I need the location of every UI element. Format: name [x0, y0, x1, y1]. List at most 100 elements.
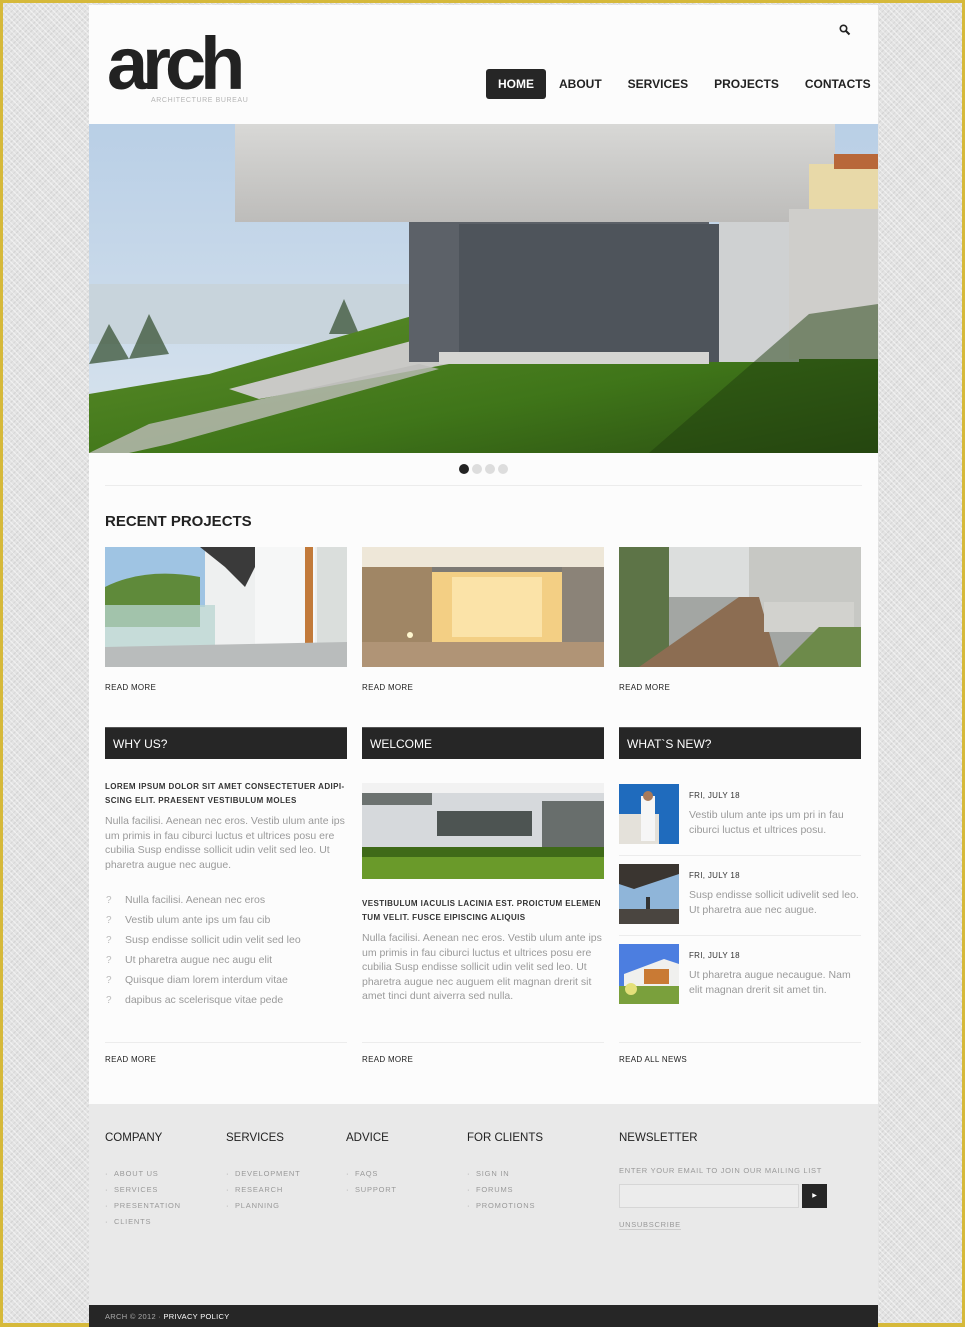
privacy-policy-link[interactable]: PRIVACY POLICY — [164, 1312, 230, 1321]
slider-dot-3[interactable] — [485, 464, 495, 474]
copyright-text: ARCH © 2012 · — [105, 1312, 164, 1321]
slider-dot-2[interactable] — [472, 464, 482, 474]
slider-pagination — [459, 464, 508, 474]
question-icon: ? — [106, 895, 112, 906]
logo[interactable]: arch — [107, 27, 245, 101]
list-item: ? Susp endisse sollicit udin velit sed le… — [105, 930, 347, 950]
nav-home[interactable]: HOME — [486, 69, 546, 99]
footer-column-company: COMPANY · ABOUT US · SERVICES · PRESENTATIO… — [105, 1132, 181, 1226]
newsletter-label: ENTER YOUR EMAIL TO JOIN OUR MAILING LIS… — [619, 1166, 823, 1175]
footer-link[interactable]: SIGN IN — [476, 1169, 510, 1178]
footer-link[interactable]: PLANNING — [235, 1201, 280, 1210]
unsubscribe-link[interactable]: UNSUBSCRIBE — [619, 1220, 681, 1230]
divider — [619, 935, 861, 936]
footer-link[interactable]: PROMOTIONS — [476, 1201, 535, 1210]
news-date: FRI, JULY 18 — [689, 791, 740, 800]
logo-tagline: ARCHITECTURE BUREAU — [151, 97, 249, 104]
footer-heading: ADVICE — [346, 1132, 389, 1144]
why-us-heading: WHY US? — [105, 727, 347, 759]
page: arch ARCHITECTURE BUREAU HOME ABOUT SERV… — [89, 5, 878, 1327]
project-image-1[interactable] — [105, 547, 347, 667]
list-item: ? Nulla facilisi. Aenean nec eros — [105, 890, 347, 910]
hero-slider[interactable] — [89, 124, 878, 453]
nav-services[interactable]: SERVICES — [615, 69, 700, 99]
slider-dot-4[interactable] — [498, 464, 508, 474]
copyright-bar: ARCH © 2012 · PRIVACY POLICY — [89, 1305, 878, 1327]
footer-link[interactable]: FORUMS — [476, 1185, 513, 1194]
footer: COMPANY · ABOUT US · SERVICES · PRESENTATIO… — [89, 1104, 878, 1305]
footer-heading: COMPANY — [105, 1132, 163, 1144]
question-icon: ? — [106, 935, 112, 946]
project-image-2[interactable] — [362, 547, 604, 667]
question-icon: ? — [106, 915, 112, 926]
project-card: READ MORE — [362, 547, 604, 692]
welcome-lead: VESTIBULUM IACULIS LACINIA EST. PROICTUM… — [362, 899, 601, 922]
project-image-3[interactable] — [619, 547, 861, 667]
why-us-list: ? Nulla facilisi. Aenean nec eros ? Vestib… — [105, 890, 347, 1010]
news-date: FRI, JULY 18 — [689, 951, 740, 960]
news-date: FRI, JULY 18 — [689, 871, 740, 880]
footer-link[interactable]: SUPPORT — [355, 1185, 397, 1194]
project-read-more[interactable]: READ MORE — [362, 683, 413, 692]
news-thumb — [619, 864, 679, 924]
welcome-body: Nulla facilisi. Aenean nec eros. Vestib … — [362, 932, 602, 1002]
newsletter: NEWSLETTER ENTER YOUR EMAIL TO JOIN OUR … — [619, 1132, 859, 1252]
why-us-lead: LOREM IPSUM DOLOR SIT AMET CONSECTETUER … — [105, 782, 345, 805]
footer-link[interactable]: SERVICES — [114, 1185, 158, 1194]
question-icon: ? — [106, 995, 112, 1006]
footer-link[interactable]: CLIENTS — [114, 1217, 151, 1226]
why-us-read-more[interactable]: READ MORE — [105, 1055, 156, 1064]
welcome-read-more[interactable]: READ MORE — [362, 1055, 413, 1064]
search-icon[interactable] — [839, 24, 851, 36]
nav-about[interactable]: ABOUT — [547, 69, 614, 99]
divider — [105, 1042, 347, 1043]
recent-projects-title: RECENT PROJECTS — [105, 513, 252, 530]
footer-link[interactable]: PRESENTATION — [114, 1201, 181, 1210]
welcome-image — [362, 783, 604, 879]
news-text: Ut pharetra augue necaugue. Nam elit mag… — [689, 969, 851, 996]
slider-dot-1[interactable] — [459, 464, 469, 474]
divider — [619, 1042, 861, 1043]
footer-column-services: SERVICES · DEVELOPMENT · RESEARCH · PLANNIN… — [226, 1132, 301, 1210]
why-us-body: Nulla facilisi. Aenean nec eros. Vestib … — [105, 815, 345, 871]
nav-projects[interactable]: PROJECTS — [701, 69, 791, 99]
list-item: ? dapibus ac scelerisque vitae pede — [105, 990, 347, 1010]
main-nav: HOME ABOUT SERVICES PROJECTS CONTACTS — [486, 69, 884, 99]
news-thumb — [619, 944, 679, 1004]
project-card: READ MORE — [105, 547, 347, 692]
hero-image-modern-house — [89, 124, 878, 453]
list-item: ? Ut pharetra augue nec augu elit — [105, 950, 347, 970]
welcome-column: WELCOME VESTIBULUM IACULIS LACINIA EST. … — [362, 727, 604, 1004]
newsletter-heading: NEWSLETTER — [619, 1132, 698, 1144]
divider — [362, 1042, 604, 1043]
why-us-column: WHY US? LOREM IPSUM DOLOR SIT AMET CONSE… — [105, 727, 347, 1010]
newsletter-email-input[interactable] — [619, 1184, 799, 1208]
news-thumb — [619, 784, 679, 844]
whats-new-heading: WHAT`S NEW? — [619, 727, 861, 759]
newsletter-submit-button[interactable]: ▶ — [802, 1184, 827, 1208]
list-item: ? Vestib ulum ante ips um fau cib — [105, 910, 347, 930]
question-icon: ? — [106, 955, 112, 966]
project-read-more[interactable]: READ MORE — [105, 683, 156, 692]
whats-new-column: WHAT`S NEW? FRI, JULY 18 Vestib ulum ant… — [619, 727, 861, 1017]
footer-link[interactable]: ABOUT US — [114, 1169, 159, 1178]
divider — [105, 485, 862, 486]
read-all-news-link[interactable]: READ ALL NEWS — [619, 1055, 687, 1064]
footer-heading: SERVICES — [226, 1132, 284, 1144]
nav-contacts[interactable]: CONTACTS — [792, 69, 883, 99]
footer-heading: FOR CLIENTS — [467, 1132, 544, 1144]
welcome-heading: WELCOME — [362, 727, 604, 759]
footer-link[interactable]: RESEARCH — [235, 1185, 283, 1194]
question-icon: ? — [106, 975, 112, 986]
footer-link[interactable]: FAQS — [355, 1169, 378, 1178]
footer-column-for-clients: FOR CLIENTS · SIGN IN · FORUMS · PROMOTIONS — [467, 1132, 544, 1210]
header: arch ARCHITECTURE BUREAU HOME ABOUT SERV… — [89, 5, 878, 123]
divider — [619, 855, 861, 856]
footer-column-advice: ADVICE · FAQS · SUPPORT — [346, 1132, 397, 1194]
news-text: Vestib ulum ante ips um pri in fau cibur… — [689, 809, 844, 836]
project-read-more[interactable]: READ MORE — [619, 683, 670, 692]
news-text: Susp endisse sollicit udivelit sed leo. … — [689, 889, 859, 916]
footer-link[interactable]: DEVELOPMENT — [235, 1169, 300, 1178]
project-card: READ MORE — [619, 547, 861, 692]
list-item: ? Quisque diam lorem interdum vitae — [105, 970, 347, 990]
